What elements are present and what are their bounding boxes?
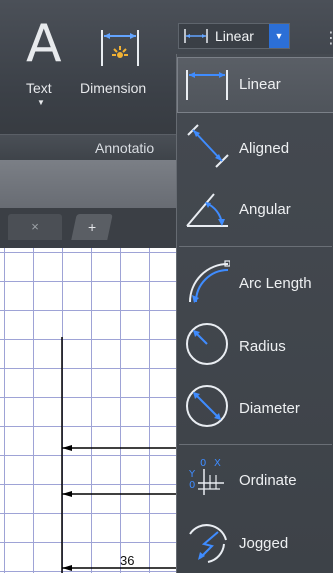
- menu-item-label: Angular: [239, 201, 291, 218]
- dimension-icon[interactable]: [98, 26, 142, 70]
- menu-item-diameter[interactable]: Diameter: [177, 379, 333, 435]
- menu-item-label: Radius: [239, 338, 286, 355]
- menu-item-label: Jogged: [239, 535, 289, 552]
- menu-item-aligned[interactable]: Aligned: [177, 120, 333, 176]
- text-tool-label[interactable]: Text: [26, 80, 52, 96]
- arc-length-dim-icon: [189, 260, 230, 303]
- menu-item-label: Diameter: [239, 400, 300, 417]
- dimension-type-value: Linear: [215, 28, 254, 44]
- menu-separator: [179, 444, 332, 445]
- menu-item-label: Arc Length: [239, 275, 312, 292]
- dimension-tool-label[interactable]: Dimension: [80, 80, 146, 96]
- menu-item-label: Ordinate: [239, 472, 297, 489]
- svg-text:X: X: [214, 458, 221, 469]
- menu-item-label: Aligned: [239, 140, 290, 157]
- diameter-dim-icon: [186, 385, 228, 427]
- menu-item-linear[interactable]: Linear: [177, 57, 333, 113]
- menu-separator: [179, 246, 332, 247]
- menu-item-label: Linear: [239, 76, 281, 93]
- overflow-icon[interactable]: ⋮: [323, 28, 333, 48]
- aligned-dim-icon: [187, 124, 229, 168]
- close-tab-button[interactable]: ×: [8, 214, 62, 240]
- jogged-dim-icon: [189, 524, 227, 563]
- linear-dim-icon: [184, 29, 208, 43]
- svg-text:Y: Y: [188, 469, 196, 480]
- menu-item-ordinate[interactable]: Y 0 0 X Ordinate: [177, 451, 333, 507]
- dimension-type-menu: Linear Aligned Angular Arc Length Radius…: [176, 54, 333, 573]
- svg-text:0: 0: [189, 480, 195, 491]
- panel-title-label: Annotatio: [95, 140, 155, 156]
- radius-dim-icon: [186, 323, 228, 365]
- text-tool-icon[interactable]: A: [26, 18, 62, 70]
- menu-item-angular[interactable]: Angular: [177, 181, 333, 237]
- menu-item-jogged[interactable]: Jogged: [177, 514, 333, 570]
- combo-dropdown-arrow-icon[interactable]: ▼: [269, 24, 289, 48]
- angular-dim-icon: [186, 193, 228, 227]
- text-dropdown-arrow-icon[interactable]: ▼: [37, 98, 45, 107]
- dimension-type-combo[interactable]: Linear ▼: [178, 23, 290, 49]
- menu-item-arc-length[interactable]: Arc Length: [177, 255, 333, 311]
- plus-icon: +: [87, 219, 97, 235]
- menu-item-radius[interactable]: Radius: [177, 317, 333, 373]
- linear-dim-icon: [186, 70, 228, 100]
- new-tab-button[interactable]: +: [71, 214, 113, 240]
- dimension-value-text: 36: [120, 553, 135, 568]
- ordinate-dim-icon: Y 0 0 X: [188, 458, 224, 495]
- svg-text:0: 0: [200, 458, 206, 469]
